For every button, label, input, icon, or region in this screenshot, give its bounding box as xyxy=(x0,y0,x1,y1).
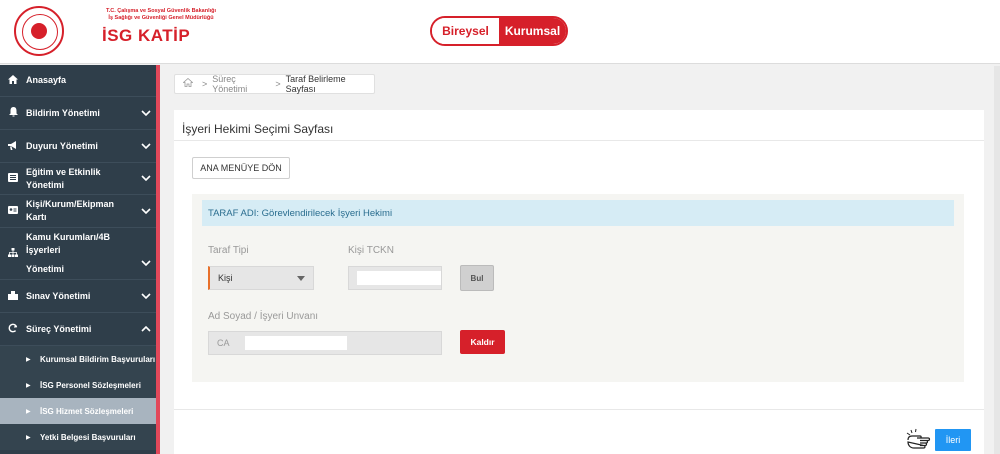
main-panel: İşyeri Hekimi Seçimi Sayfası ANA MENÜYE … xyxy=(174,110,984,454)
remove-button[interactable]: Kaldır xyxy=(460,330,505,354)
caret-right-icon: ▶ xyxy=(26,408,31,415)
sidebar-item-kamu[interactable]: Kamu Kurumları/4B İşyerleri Yönetimi xyxy=(0,228,156,280)
portal-toggle: Bireysel Kurumsal xyxy=(430,16,568,46)
home-icon xyxy=(0,75,26,86)
sidebar-item-label: Kişi/Kurum/Ekipman Kartı xyxy=(26,199,115,222)
sidebar-item-label: Duyuru Yönetimi xyxy=(26,140,98,151)
sidebar-item-label: Sınav Yönetimi xyxy=(26,290,91,301)
ministry-line-2: İş Sağlığı ve Güvenliği Genel Müdürlüğü xyxy=(108,15,214,21)
sidebar-item-label: Süreç Yönetimi xyxy=(26,323,92,334)
page-title: İşyeri Hekimi Seçimi Sayfası xyxy=(182,122,334,136)
sidebar-subitem-kurumsal-bildirim[interactable]: ▶ Kurumsal Bildirim Başvuruları xyxy=(0,346,156,372)
breadcrumb-parent[interactable]: Süreç Yönetimi xyxy=(212,74,270,94)
sidebar-item-egitim[interactable]: Eğitim ve Etkinlik Yönetimi xyxy=(0,163,156,195)
taraf-tipi-select[interactable]: Kişi xyxy=(208,266,314,290)
ministry-line-1: T.C. Çalışma ve Sosyal Güvenlik Bakanlığ… xyxy=(105,8,217,14)
list-icon xyxy=(0,173,26,184)
main-menu-button[interactable]: ANA MENÜYE DÖN xyxy=(192,157,290,179)
taraf-tipi-value: Kişi xyxy=(218,273,233,283)
party-form: TARAF ADI: Görevlendirilecek İşyeri Heki… xyxy=(192,194,964,382)
redacted-value xyxy=(357,271,441,285)
breadcrumb-current: Taraf Belirleme Sayfası xyxy=(285,74,346,94)
page-scrollbar[interactable] xyxy=(994,66,1000,454)
tckn-label: Kişi TCKN xyxy=(348,245,394,256)
ad-soyad-input[interactable]: CA xyxy=(208,331,442,355)
taraf-tipi-label: Taraf Tipi xyxy=(208,245,249,256)
bell-icon xyxy=(0,107,26,119)
chevron-down-icon xyxy=(136,173,156,184)
sidebar-item-label: Kamu Kurumları/4B İşyerleri Yönetimi xyxy=(26,231,136,276)
sidebar-item-label: Anasayfa xyxy=(26,75,67,85)
sidebar-item-sinav[interactable]: Sınav Yönetimi xyxy=(0,280,156,313)
refresh-icon xyxy=(0,323,26,335)
sidebar-subitem-isg-personel[interactable]: ▶ İSG Personel Sözleşmeleri xyxy=(0,372,156,398)
sidebar-item-anasayfa[interactable]: Anasayfa xyxy=(0,65,156,97)
sidebar-item-bildirim[interactable]: Bildirim Yönetimi xyxy=(0,97,156,130)
toggle-kurumsal[interactable]: Kurumsal xyxy=(499,18,566,44)
sidebar-item-label: Bildirim Yönetimi xyxy=(26,107,100,118)
title-divider xyxy=(174,140,984,141)
sidebar-item-kart[interactable]: Kişi/Kurum/Ekipman Kartı xyxy=(0,195,156,228)
caret-right-icon: ▶ xyxy=(26,356,31,363)
breadcrumb-separator: > xyxy=(202,79,208,89)
home-icon[interactable] xyxy=(182,77,194,90)
sitemap-icon xyxy=(0,248,26,259)
brand-title: İSG KATİP xyxy=(102,26,191,45)
sidebar-subitem-yetki-belgesi[interactable]: ▶ Yetki Belgesi Başvuruları xyxy=(0,424,156,450)
ad-soyad-prefix: CA xyxy=(217,338,230,348)
hand-pointer-icon xyxy=(906,428,934,452)
breadcrumb-separator: > xyxy=(275,79,281,89)
chevron-up-icon xyxy=(136,324,156,335)
party-info-banner: TARAF ADI: Görevlendirilecek İşyeri Heki… xyxy=(202,200,954,226)
id-card-icon xyxy=(0,206,26,216)
sidebar-subitem-label: Yetki Belgesi Başvuruları xyxy=(40,432,136,442)
sidebar-item-duyuru[interactable]: Duyuru Yönetimi xyxy=(0,130,156,163)
sidebar-item-label-line1: Kamu Kurumları/4B İşyerleri xyxy=(26,232,111,255)
ad-soyad-label: Ad Soyad / İşyeri Unvanı xyxy=(208,311,319,322)
sidebar-item-label: Eğitim ve Etkinlik Yönetimi xyxy=(26,166,101,190)
sidebar-subitem-label: Kurumsal Bildirim Başvuruları xyxy=(40,354,156,364)
chevron-down-icon xyxy=(136,108,156,119)
next-button[interactable]: İleri xyxy=(935,429,971,451)
ministry-name: T.C. Çalışma ve Sosyal Güvenlik Bakanlığ… xyxy=(86,8,236,22)
tckn-input[interactable] xyxy=(348,266,442,290)
chevron-down-icon xyxy=(136,291,156,302)
toggle-bireysel[interactable]: Bireysel xyxy=(432,18,499,44)
sidebar-item-surec[interactable]: Süreç Yönetimi xyxy=(0,313,156,346)
caret-right-icon: ▶ xyxy=(26,434,31,441)
breadcrumb: > Süreç Yönetimi > Taraf Belirleme Sayfa… xyxy=(174,74,375,94)
ministry-seal-logo xyxy=(14,6,64,56)
redacted-value xyxy=(245,336,347,350)
find-button[interactable]: Bul xyxy=(460,265,494,291)
footer-divider xyxy=(174,409,984,410)
megaphone-icon xyxy=(0,140,26,152)
chevron-down-icon xyxy=(136,141,156,152)
sidebar-subitem-label: İSG Personel Sözleşmeleri xyxy=(40,380,141,390)
chevron-down-icon xyxy=(136,258,156,279)
sidebar-subitem-label: İSG Hizmet Sözleşmeleri xyxy=(40,406,134,416)
chevron-down-icon xyxy=(136,206,156,217)
exam-icon xyxy=(0,290,26,302)
caret-down-icon xyxy=(297,276,305,281)
top-header: T.C. Çalışma ve Sosyal Güvenlik Bakanlığ… xyxy=(0,0,1000,64)
caret-right-icon: ▶ xyxy=(26,382,31,389)
sidebar-subitem-isg-hizmet[interactable]: ▶ İSG Hizmet Sözleşmeleri xyxy=(0,398,156,424)
sidebar-item-label-line2: Yönetimi xyxy=(26,264,65,274)
sidebar: Anasayfa Bildirim Yönetimi Duyuru Yöneti… xyxy=(0,65,160,454)
